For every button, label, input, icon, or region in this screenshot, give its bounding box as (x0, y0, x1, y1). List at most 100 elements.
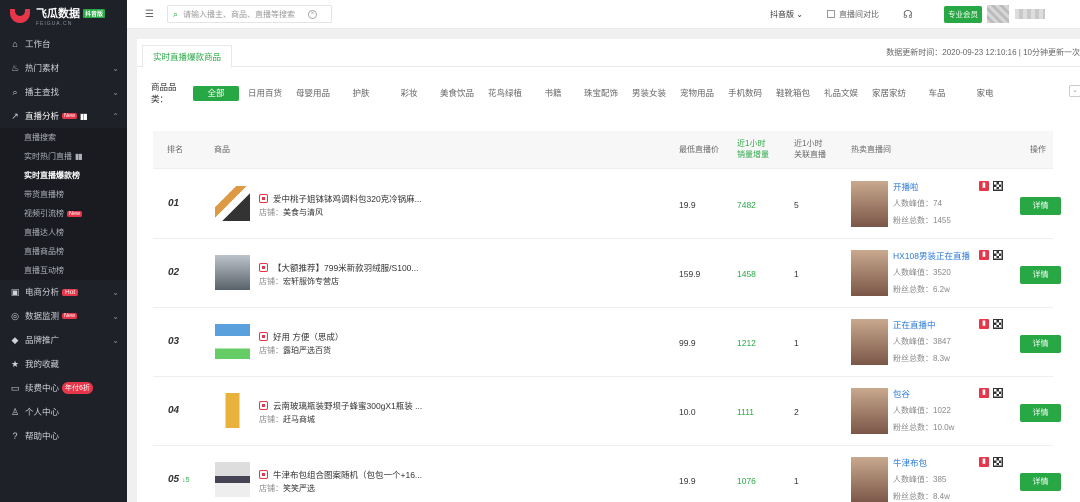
clear-icon[interactable]: × (308, 9, 318, 19)
qrcode-icon[interactable] (993, 388, 1003, 398)
category-item[interactable]: 家电 (961, 87, 1009, 99)
anchor-avatar[interactable] (851, 181, 888, 227)
product-thumbnail[interactable] (215, 462, 250, 497)
category-item[interactable]: 手机数码 (721, 87, 769, 99)
product-name[interactable]: 牛津布包组合图案随机（包包一个+16... (273, 469, 422, 481)
search-input[interactable] (183, 9, 309, 19)
chart-icon[interactable]: ▮ (979, 319, 989, 329)
category-item[interactable]: 礼品文娱 (817, 87, 865, 99)
product-thumbnail[interactable] (215, 255, 250, 290)
avatar[interactable] (987, 5, 1009, 23)
tab-realtime-hot-products[interactable]: 实时直播爆款商品 (142, 45, 233, 68)
sub-item-live-product-rank[interactable]: 直播商品榜 (0, 242, 127, 261)
nav-item-renewal-center[interactable]: ▭ 续费中心 年付6折 (0, 376, 127, 400)
nav-item-anchor-search[interactable]: ⌕ 播主查找 ⌄ (0, 80, 127, 104)
brand-badge: 抖音版 (83, 8, 106, 18)
qrcode-icon[interactable] (993, 319, 1003, 329)
product-name[interactable]: 好用 方便（思成） (273, 331, 343, 343)
anchor-name[interactable]: 开播啦 (893, 181, 919, 193)
category-item[interactable]: 男装女装 (625, 87, 673, 99)
chevron-down-icon[interactable]: ⌄ (1069, 85, 1080, 97)
category-item[interactable]: 护肤 (337, 87, 385, 99)
brand-logo[interactable]: 飞瓜数据 抖音版 FEIGUA.CN (0, 0, 127, 32)
qrcode-icon[interactable] (993, 250, 1003, 260)
sub-item-realtime-hot-products[interactable]: 实时直播爆款榜 (0, 166, 127, 185)
nav-item-brand-promotion[interactable]: ◆ 品牌推广 ⌄ (0, 328, 127, 352)
product-name[interactable]: 爱中桃子姐钵钵鸡调料包320克冷锅麻... (273, 193, 422, 205)
sub-item-sales-live-rank[interactable]: 带货直播榜 (0, 185, 127, 204)
chart-icon[interactable]: ▮ (979, 181, 989, 191)
nav-item-favorites[interactable]: ★ 我的收藏 (0, 352, 127, 376)
bars-icon: ▮▮ (75, 152, 83, 161)
headset-icon[interactable]: ☊ (903, 8, 913, 21)
sub-item-realtime-hot-live[interactable]: 实时热门直播 ▮▮ (0, 147, 127, 166)
nav-item-workbench[interactable]: ⌂ 工作台 (0, 32, 127, 56)
live-compare-button[interactable]: 直播间对比 (827, 9, 879, 20)
category-item[interactable]: 书籍 (529, 87, 577, 99)
anchor-name[interactable]: 包谷 (893, 388, 910, 400)
store-icon (259, 263, 268, 272)
anchor-name[interactable]: 正在直播中 (893, 319, 936, 331)
detail-button[interactable]: 详情 (1020, 335, 1061, 353)
detail-button[interactable]: 详情 (1020, 197, 1061, 215)
category-item[interactable]: 车品 (913, 87, 961, 99)
category-item[interactable]: 家居家纺 (865, 87, 913, 99)
chart-icon[interactable]: ▮ (979, 457, 989, 467)
header-related[interactable]: 近1小时 关联直播 (794, 138, 826, 160)
product-thumbnail[interactable] (215, 393, 250, 428)
detail-button[interactable]: 详情 (1020, 473, 1061, 491)
product-name[interactable]: 云南玻璃瓶装野坝子蜂蜜300gX1瓶装 ... (273, 400, 422, 412)
product-thumbnail[interactable] (215, 186, 250, 221)
platform-dropdown[interactable]: 抖音版 ⌄ (770, 9, 803, 20)
shop-name[interactable]: 赶马商城 (283, 415, 315, 424)
sales-increase: 1212 (737, 338, 756, 348)
vip-badge[interactable]: 专业会员 (944, 5, 982, 23)
username-blurred[interactable] (1015, 9, 1045, 19)
category-item[interactable]: 宠物用品 (673, 87, 721, 99)
product-name[interactable]: 【大额推荐】799米新款羽绒服/S100... (273, 262, 418, 274)
header-sales[interactable]: 近1小时 销量增量 (737, 138, 769, 160)
qrcode-icon[interactable] (993, 457, 1003, 467)
shop-name[interactable]: 宏轩服饰专营店 (283, 277, 339, 286)
sub-item-live-search[interactable]: 直播搜索 (0, 128, 127, 147)
anchor-avatar[interactable] (851, 457, 888, 502)
anchor-avatar[interactable] (851, 388, 888, 434)
rank: 03 (168, 336, 180, 347)
category-item[interactable]: 珠宝配饰 (577, 87, 625, 99)
nav-item-data-monitor[interactable]: ◎ 数据监测 New ⌄ (0, 304, 127, 328)
nav-item-ecommerce-analysis[interactable]: ▣ 电商分析 Hot ⌄ (0, 280, 127, 304)
product-thumbnail[interactable] (215, 324, 250, 359)
search-box[interactable]: ⌕ × (167, 5, 332, 23)
category-item[interactable]: 花鸟绿植 (481, 87, 529, 99)
shop-name[interactable]: 美食与清风 (283, 208, 323, 217)
anchor-avatar[interactable] (851, 319, 888, 365)
category-item[interactable]: 鞋靴箱包 (769, 87, 817, 99)
shop-name[interactable]: 笑笑严选 (283, 484, 315, 493)
sub-item-live-interaction-rank[interactable]: 直播互动榜 (0, 261, 127, 280)
detail-button[interactable]: 详情 (1020, 404, 1061, 422)
nav-item-hot-material[interactable]: ♨ 热门素材 ⌄ (0, 56, 127, 80)
anchor-peak: 人数峰值：3847 (893, 337, 951, 346)
category-all[interactable]: 全部 (193, 85, 239, 101)
anchor-name[interactable]: 牛津布包 (893, 457, 927, 469)
menu-toggle-icon[interactable]: ☰ (145, 9, 155, 20)
qrcode-icon[interactable] (993, 181, 1003, 191)
anchor-name[interactable]: HX108男装正在直播 (893, 250, 970, 262)
search-icon: ⌕ (173, 8, 179, 19)
shop-info: 店铺：赶马商城 (259, 415, 315, 424)
nav-item-help-center[interactable]: ? 帮助中心 (0, 424, 127, 448)
sub-item-live-talent-rank[interactable]: 直播达人榜 (0, 223, 127, 242)
category-item[interactable]: 彩妆 (385, 87, 433, 99)
chart-icon[interactable]: ▮ (979, 250, 989, 260)
nav-item-personal-center[interactable]: ♙ 个人中心 (0, 400, 127, 424)
anchor-avatar[interactable] (851, 250, 888, 296)
sub-item-video-traffic-rank[interactable]: 视频引流榜 New (0, 204, 127, 223)
chart-icon[interactable]: ▮ (979, 388, 989, 398)
shop-name[interactable]: 露珀严选百货 (283, 346, 331, 355)
home-icon: ⌂ (12, 39, 18, 49)
category-item[interactable]: 日用百货 (241, 87, 289, 99)
nav-item-live-analysis[interactable]: ↗ 直播分析 New ▮▮ ⌃ (0, 104, 127, 128)
category-item[interactable]: 美食饮品 (433, 87, 481, 99)
category-item[interactable]: 母婴用品 (289, 87, 337, 99)
detail-button[interactable]: 详情 (1020, 266, 1061, 284)
